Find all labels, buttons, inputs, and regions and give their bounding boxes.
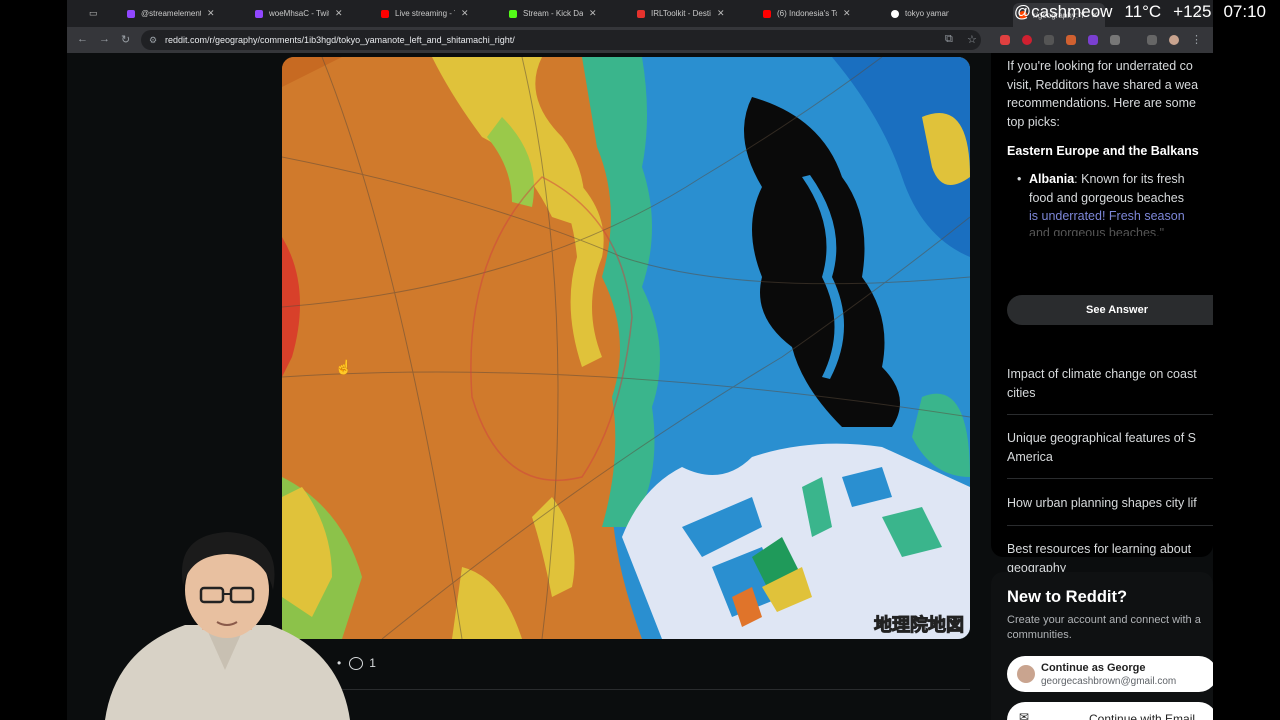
mouse-cursor-icon: ☝ bbox=[335, 359, 353, 375]
close-icon[interactable]: ✕ bbox=[717, 8, 725, 19]
extension-icon[interactable] bbox=[1088, 35, 1098, 45]
reddit-answers-panel: If you're looking for underrated co visi… bbox=[991, 53, 1213, 575]
answers-region-heading: Eastern Europe and the Balkans bbox=[1007, 144, 1199, 158]
tab-search-icon[interactable]: ▭ bbox=[89, 4, 98, 23]
mail-icon: ✉ bbox=[1019, 710, 1030, 720]
youtube-icon bbox=[381, 9, 389, 18]
close-icon[interactable]: ✕ bbox=[589, 8, 597, 19]
answers-bullet: Albania: Known for its fresh food and go… bbox=[1017, 170, 1213, 226]
elevation-map bbox=[282, 57, 970, 639]
twitch-icon bbox=[127, 9, 135, 18]
irltoolkit-icon bbox=[637, 9, 645, 18]
comment-count[interactable]: 1 bbox=[369, 656, 376, 670]
tab-kick[interactable]: Stream - Kick Dash✕ bbox=[509, 4, 597, 23]
comment-icon[interactable] bbox=[349, 656, 364, 670]
avatar bbox=[1017, 665, 1035, 683]
divider bbox=[282, 689, 970, 690]
site-info-icon[interactable]: ⚙ bbox=[149, 30, 157, 50]
tab-irltoolkit[interactable]: IRLToolkit - Destination✕ bbox=[637, 4, 725, 23]
menu-icon[interactable]: ⋮ bbox=[1191, 33, 1202, 46]
address-bar-row: ← → ↻ ⚙ reddit.com/r/geography/comments/… bbox=[67, 27, 1213, 53]
extension-icon[interactable] bbox=[1022, 35, 1032, 45]
stream-handle: @cashmeow bbox=[1013, 2, 1113, 21]
extension-icon[interactable] bbox=[1044, 35, 1054, 45]
divider bbox=[1007, 414, 1213, 415]
continue-as-google-button[interactable]: Continue as George georgecashbrown@gmail… bbox=[1007, 656, 1213, 692]
forward-icon[interactable]: → bbox=[99, 33, 110, 45]
close-icon[interactable]: ✕ bbox=[335, 8, 343, 19]
map-credit-label: 地理院地図 bbox=[874, 615, 965, 637]
youtube-icon bbox=[763, 9, 771, 18]
screen: ▭ @streamelements✕ woeMhsaC - Twitch✕ Li… bbox=[0, 0, 1280, 720]
signup-description: Create your account and connect with a c… bbox=[1007, 614, 1201, 641]
new-to-reddit-card: New to Reddit? Create your account and c… bbox=[991, 572, 1213, 720]
extension-icon[interactable] bbox=[1066, 35, 1076, 45]
install-icon[interactable]: ⧉ bbox=[945, 33, 953, 46]
stream-counter: +125 bbox=[1173, 2, 1212, 21]
stream-temperature: 11°C bbox=[1124, 2, 1162, 21]
see-answer-button[interactable]: See Answer bbox=[1007, 295, 1213, 325]
google-icon bbox=[891, 9, 899, 18]
close-icon[interactable]: ✕ bbox=[461, 8, 469, 19]
bookmark-star-icon[interactable]: ☆ bbox=[967, 33, 977, 46]
continue-with-email-button[interactable]: ✉ Continue with Email bbox=[1007, 702, 1213, 720]
url-field[interactable]: ⚙ reddit.com/r/geography/comments/1ib3hg… bbox=[141, 30, 981, 50]
close-icon[interactable]: ✕ bbox=[843, 8, 851, 19]
tab-youtube-2[interactable]: (6) Indonesia's Tobacco✕ bbox=[763, 4, 851, 23]
tab-google[interactable]: tokyo yamanote bbox=[891, 4, 949, 23]
stream-time: 07:10 bbox=[1223, 2, 1266, 21]
related-question-1[interactable]: Impact of climate change on coast cities bbox=[1007, 365, 1213, 403]
close-icon[interactable]: ✕ bbox=[207, 8, 215, 19]
profile-avatar-icon[interactable] bbox=[1169, 35, 1179, 45]
tab-twitch[interactable]: woeMhsaC - Twitch✕ bbox=[255, 4, 343, 23]
back-icon[interactable]: ← bbox=[77, 33, 88, 45]
reload-icon[interactable]: ↻ bbox=[121, 33, 130, 46]
signup-title: New to Reddit? bbox=[1007, 588, 1128, 606]
related-question-2[interactable]: Unique geographical features of S America bbox=[1007, 429, 1213, 467]
divider bbox=[1007, 478, 1213, 479]
tab-youtube[interactable]: Live streaming - YouTube✕ bbox=[381, 4, 469, 23]
webcam-streamer bbox=[105, 532, 350, 720]
related-question-3[interactable]: How urban planning shapes city lif bbox=[1007, 494, 1213, 513]
post-image-map[interactable]: 地理院地図 bbox=[282, 57, 970, 639]
divider bbox=[1007, 525, 1213, 526]
twitch-icon bbox=[255, 9, 263, 18]
extensions-puzzle-icon[interactable] bbox=[1110, 35, 1120, 45]
tab-streamelements[interactable]: @streamelements ✕ bbox=[127, 4, 215, 23]
stream-overlay: @cashmeow 11°C +125 07:10 bbox=[1002, 0, 1266, 24]
kick-icon bbox=[509, 9, 517, 18]
answers-intro: If you're looking for underrated co visi… bbox=[1007, 59, 1199, 129]
reading-list-icon[interactable] bbox=[1147, 35, 1157, 45]
extension-icon[interactable] bbox=[1000, 35, 1010, 45]
